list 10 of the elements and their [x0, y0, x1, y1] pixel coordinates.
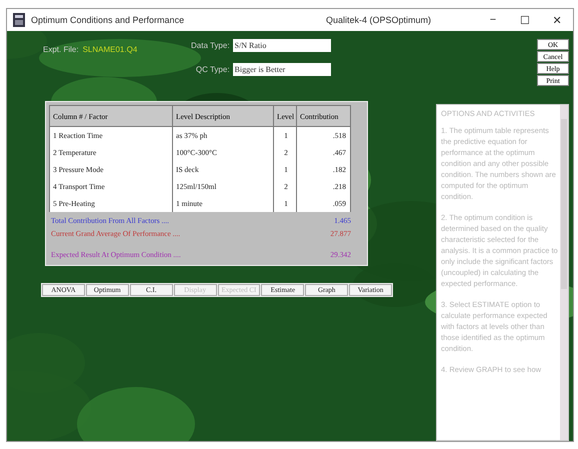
data-type-field: S/N Ratio [232, 39, 331, 52]
file-label: Expt. File: [43, 45, 79, 56]
window-title: Optimum Conditions and Performance [31, 15, 186, 25]
window-subtitle: Qualitek-4 (OPSOptimum) [326, 15, 431, 25]
qc-type-field: Bigger is Better [232, 63, 331, 76]
app-icon [13, 13, 25, 27]
file-name: SLNAME01.Q4 [82, 45, 138, 56]
data-type-label: Data Type: [191, 41, 230, 50]
qc-type-label: QC Type: [196, 65, 230, 74]
scrollbar[interactable] [560, 105, 568, 440]
